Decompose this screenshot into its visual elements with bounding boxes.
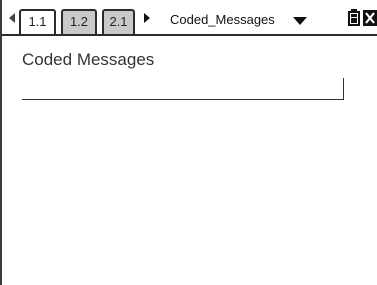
scroll-tabs-right-icon[interactable] [144,13,150,23]
tab-1-1[interactable]: 1.1 [19,9,56,36]
scroll-tabs-left-icon[interactable] [9,13,15,23]
tab-label: 1.1 [28,14,47,29]
tab-2-1[interactable]: 2.1 [102,9,135,34]
tab-label: 1.2 [69,14,89,29]
page-heading: Coded Messages [22,50,155,69]
text-cursor [343,78,344,100]
tab-bar: 1.1 1.2 2.1 Coded_Messages [2,0,377,36]
tab-bar-divider [2,34,377,36]
document-menu-icon[interactable] [293,17,307,25]
battery-icon[interactable] [347,9,361,26]
tab-label: 2.1 [109,14,128,29]
close-icon[interactable] [363,10,377,26]
document-title[interactable]: Coded_Messages [170,11,275,29]
tab-1-2[interactable]: 1.2 [61,9,97,34]
calculator-screen: 1.1 1.2 2.1 Coded_Messages Coded Message… [0,0,377,285]
answer-input-field[interactable] [22,78,344,100]
